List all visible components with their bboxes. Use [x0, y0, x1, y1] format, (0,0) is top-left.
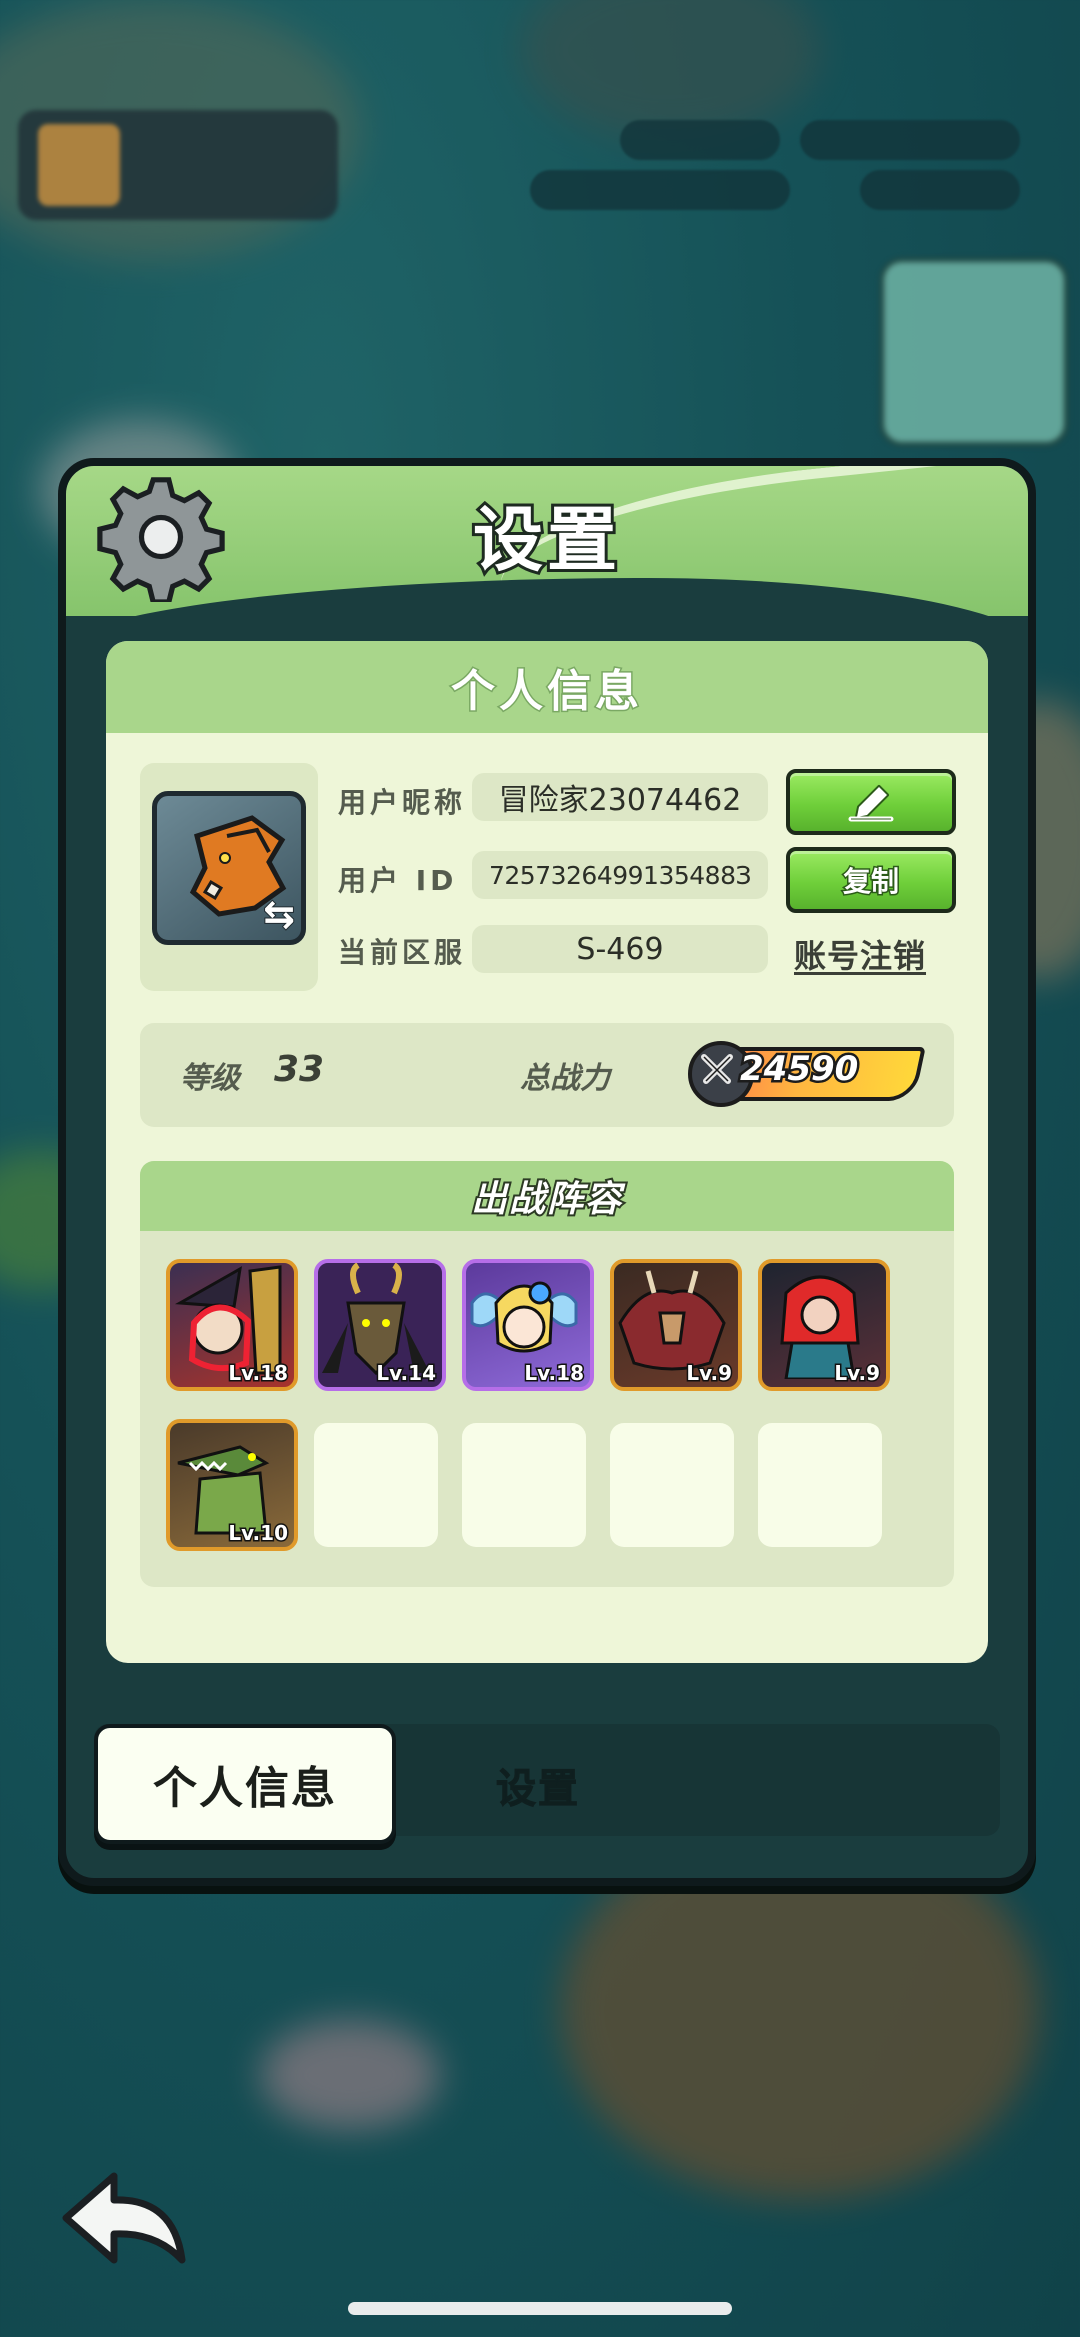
hero-slot[interactable]: Lv.18: [166, 1259, 298, 1391]
server-label: 当前区服: [338, 936, 467, 969]
personal-info-card: 个人信息 ⇆ 用户昵称 冒险家23074462 用户 ID 7257326499…: [106, 641, 988, 1663]
empty-hero-slot[interactable]: [314, 1423, 438, 1547]
stats-bar: 等级 33 总战力 24590: [140, 1023, 954, 1127]
nickname-field: 冒险家23074462: [472, 773, 768, 821]
empty-hero-slot[interactable]: [610, 1423, 734, 1547]
battle-lineup: 出战阵容 Lv.18 Lv.14 Lv.18 Lv.9 Lv.9 Lv.10: [140, 1161, 954, 1587]
empty-hero-slot[interactable]: [462, 1423, 586, 1547]
tab-bar: 个人信息 设置: [94, 1724, 1000, 1844]
hero-slot[interactable]: Lv.9: [758, 1259, 890, 1391]
tab-settings[interactable]: 设置: [496, 1756, 580, 1814]
tab-personal-info[interactable]: 个人信息: [94, 1724, 396, 1844]
pencil-icon: [848, 785, 894, 822]
user-id-field: 7257326499135488З: [472, 851, 768, 899]
hero-level: Lv.9: [685, 1360, 734, 1387]
delete-account-link[interactable]: 账号注销: [794, 931, 926, 977]
hero-level: Lv.10: [227, 1520, 290, 1547]
dialog-title: 设置: [470, 496, 621, 584]
avatar[interactable]: ⇆: [152, 791, 306, 945]
hero-level: Lv.14: [375, 1360, 438, 1387]
power-badge: 24590: [688, 1041, 926, 1107]
hero-level: Lv.18: [227, 1360, 290, 1387]
hero-level: Lv.18: [523, 1360, 586, 1387]
hero-level: Lv.9: [833, 1360, 882, 1387]
power-value: 24590: [737, 1047, 860, 1092]
nickname-label: 用户昵称: [338, 786, 467, 819]
power-label: 总战力: [520, 1061, 610, 1096]
home-indicator[interactable]: [348, 2302, 732, 2315]
section-title: 个人信息: [106, 641, 988, 733]
hero-slot[interactable]: Lv.10: [166, 1419, 298, 1551]
edit-nickname-button[interactable]: [786, 769, 956, 835]
server-field: S-469: [472, 925, 768, 973]
hero-slot[interactable]: Lv.18: [462, 1259, 594, 1391]
hero-slot[interactable]: Lv.14: [314, 1259, 446, 1391]
swap-icon: ⇆: [262, 891, 296, 937]
hero-slot[interactable]: Lv.9: [610, 1259, 742, 1391]
back-arrow-icon[interactable]: [56, 2168, 196, 2278]
settings-dialog: 设置 个人信息 ⇆ 用户昵称 冒险家23074462 用户 ID 7257326…: [58, 458, 1036, 1886]
level-label: 等级: [180, 1061, 240, 1096]
copy-id-button[interactable]: 复制: [786, 847, 956, 913]
user-id-label: 用户 ID: [338, 864, 458, 897]
empty-hero-slot[interactable]: [758, 1423, 882, 1547]
lineup-title: 出战阵容: [140, 1161, 954, 1231]
level-value: 33: [274, 1049, 325, 1090]
avatar-box: ⇆: [140, 763, 318, 991]
